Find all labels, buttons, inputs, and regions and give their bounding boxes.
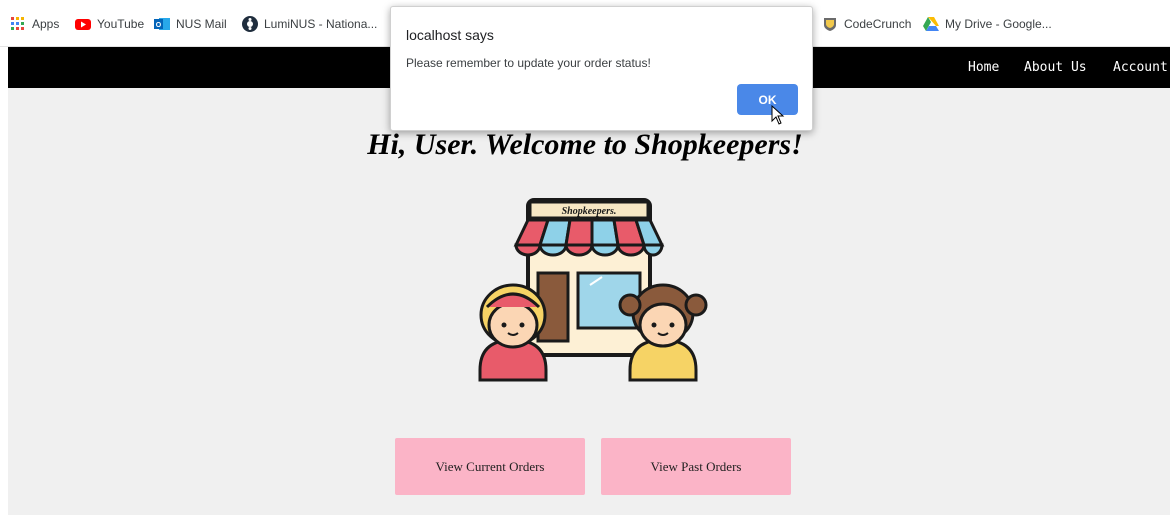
dialog-title: localhost says: [406, 27, 494, 43]
alert-dialog: localhost says Please remember to update…: [390, 6, 813, 131]
google-drive-icon: [923, 16, 939, 32]
youtube-icon: [75, 16, 91, 32]
shop-sign-text: Shopkeepers.: [562, 206, 617, 217]
luminus-icon: [242, 16, 258, 32]
shopkeepers-illustration: Shopkeepers.: [470, 195, 710, 390]
bookmark-codecrunch[interactable]: CodeCrunch: [822, 16, 911, 32]
outlook-icon: O: [154, 16, 170, 32]
mouse-cursor-icon: [771, 104, 785, 130]
svg-text:O: O: [156, 22, 162, 29]
bookmark-label: CodeCrunch: [844, 17, 912, 31]
bookmark-youtube[interactable]: YouTube: [75, 16, 144, 32]
codecrunch-icon: [822, 16, 838, 32]
nav-about-link[interactable]: About Us: [1024, 60, 1087, 75]
nav-home-link[interactable]: Home: [968, 60, 999, 75]
bookmark-label: YouTube: [97, 17, 145, 31]
bookmark-label: NUS Mail: [176, 17, 227, 31]
bookmark-nus-mail[interactable]: O NUS Mail: [154, 16, 227, 32]
bookmark-my-drive[interactable]: My Drive - Google...: [923, 16, 1052, 32]
bookmark-apps[interactable]: Apps: [10, 16, 59, 32]
view-current-orders-button[interactable]: View Current Orders: [395, 438, 585, 495]
bookmark-label: My Drive - Google...: [945, 17, 1052, 31]
bookmark-label: Apps: [32, 17, 60, 31]
apps-grid-icon: [10, 16, 26, 32]
view-past-orders-button[interactable]: View Past Orders: [601, 438, 791, 495]
ok-button[interactable]: OK: [737, 84, 798, 115]
bookmark-label: LumiNUS - Nationa...: [264, 17, 378, 31]
dialog-message: Please remember to update your order sta…: [406, 56, 651, 70]
nav-account-link[interactable]: Account: [1113, 60, 1168, 75]
bookmark-luminus[interactable]: LumiNUS - Nationa...: [242, 16, 377, 32]
welcome-heading: Hi, User. Welcome to Shopkeepers!: [367, 128, 803, 161]
